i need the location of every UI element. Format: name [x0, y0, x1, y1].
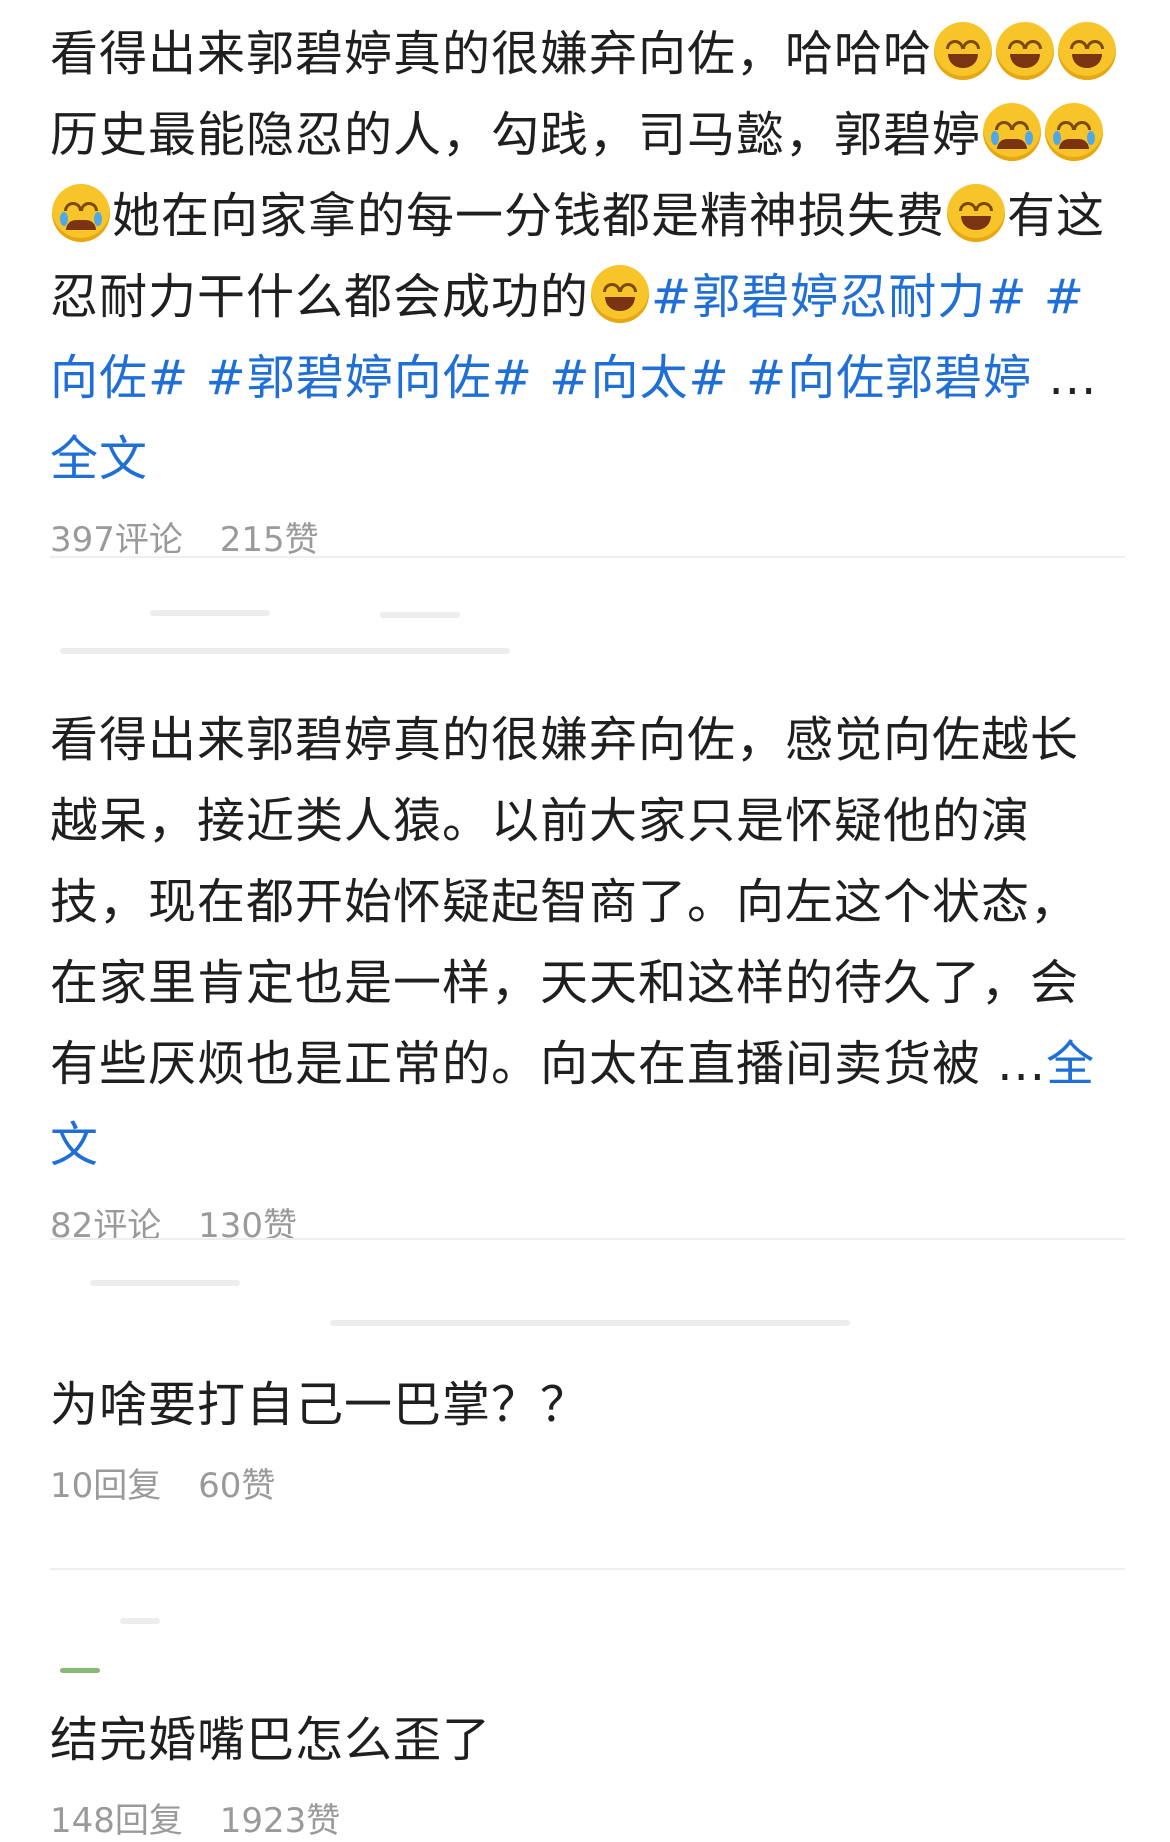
crying-emoji-icon	[52, 184, 110, 242]
like-count[interactable]: 60赞	[198, 1466, 275, 1506]
post-2-text: 看得出来郭碧婷真的很嫌弃向佐，感觉向佐越长越呆，接近类人猿。以前大家只是怀疑他的…	[50, 712, 1096, 1173]
post-4-stats: 148回复 1923赞	[50, 1793, 1125, 1842]
blurred-meta	[330, 1320, 850, 1326]
like-count[interactable]: 215赞	[220, 520, 319, 560]
laughing-tears-emoji-icon	[1058, 22, 1117, 80]
hashtag-link[interactable]: #向佐郭碧婷	[746, 350, 1032, 406]
post-3-text: 为啥要打自己一巴掌？？	[50, 1377, 590, 1433]
divider	[50, 556, 1125, 558]
laughing-tears-emoji-icon	[996, 22, 1055, 80]
facepalm-laugh-emoji-icon	[947, 184, 1006, 242]
crying-emoji-icon	[983, 103, 1042, 161]
post-1-stats: 397评论 215赞	[50, 512, 1125, 561]
ellipsis: ...	[1048, 350, 1098, 406]
post-4-text: 结完婚嘴巴怎么歪了	[50, 1712, 492, 1768]
crying-emoji-icon	[1045, 103, 1104, 161]
full-text-link[interactable]: 全文	[50, 431, 148, 487]
divider	[50, 1568, 1125, 1570]
post-3-stats: 10回复 60赞	[50, 1458, 1125, 1507]
blurred-username	[120, 1618, 160, 1624]
comment-count[interactable]: 397评论	[50, 520, 183, 560]
reply-count[interactable]: 10回复	[50, 1466, 161, 1506]
post-4: 结完婚嘴巴怎么歪了 148回复 1923赞	[50, 1700, 1125, 1842]
hashtag-link[interactable]: #郭碧婷忍耐力#	[651, 269, 1027, 325]
blurred-meta	[60, 648, 510, 654]
post-3: 为啥要打自己一巴掌？？ 10回复 60赞	[50, 1365, 1125, 1507]
like-count[interactable]: 1923赞	[220, 1801, 341, 1841]
blurred-username	[380, 612, 460, 618]
post-1-text: 看得出来郭碧婷真的很嫌弃向佐，哈哈哈 历史最能隐忍的人，勾践，司马懿，郭碧婷 她在向…	[50, 14, 1125, 500]
blurred-avatar-edge	[60, 1668, 100, 1673]
laughing-tears-emoji-icon	[934, 22, 993, 80]
blurred-username	[150, 610, 270, 616]
divider	[50, 1238, 1125, 1240]
comment-count[interactable]: 82评论	[50, 1206, 161, 1246]
reply-count[interactable]: 148回复	[50, 1801, 183, 1841]
facepalm-laugh-emoji-icon	[591, 265, 650, 323]
hashtag-link[interactable]: #向太#	[549, 350, 729, 406]
post-2: 看得出来郭碧婷真的很嫌弃向佐，感觉向佐越长越呆，接近类人猿。以前大家只是怀疑他的…	[50, 700, 1125, 1247]
like-count[interactable]: 130赞	[198, 1206, 297, 1246]
ellipsis: ...	[997, 1036, 1047, 1092]
post-1: 看得出来郭碧婷真的很嫌弃向佐，哈哈哈 历史最能隐忍的人，勾践，司马懿，郭碧婷 她在向…	[50, 14, 1125, 561]
hashtag-link[interactable]: #郭碧婷向佐#	[206, 350, 533, 406]
blurred-username	[90, 1280, 240, 1286]
